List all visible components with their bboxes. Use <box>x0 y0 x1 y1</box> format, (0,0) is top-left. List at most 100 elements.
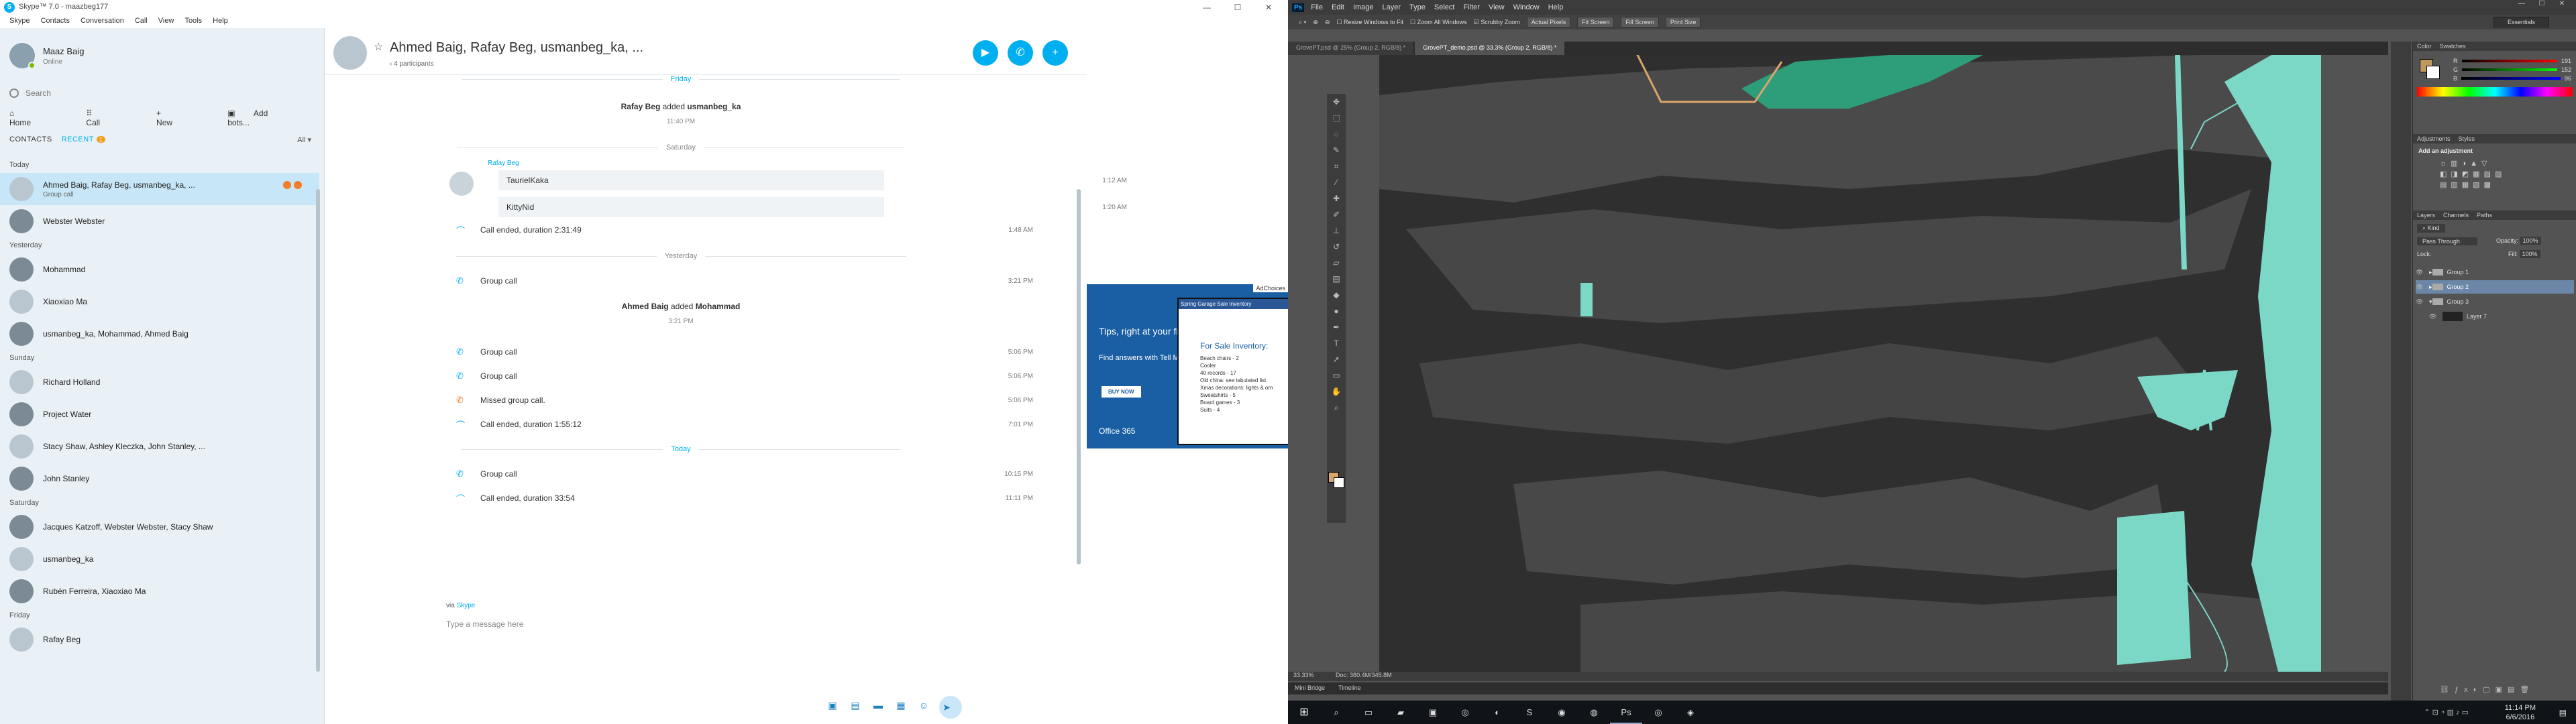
red-value[interactable]: 191 <box>2561 58 2571 64</box>
fill-screen-button[interactable]: Fill Screen <box>1621 17 1659 27</box>
healing-tool-icon[interactable]: ✚ <box>1327 190 1346 206</box>
app-icon[interactable]: ◎ <box>1642 701 1674 724</box>
ps-menu-select[interactable]: Select <box>1434 3 1455 11</box>
search-icon[interactable]: ⌕ <box>1320 701 1352 724</box>
sender-avatar[interactable] <box>449 172 474 196</box>
tab-adjustments[interactable]: Adjustments <box>2417 135 2451 142</box>
blue-slider[interactable] <box>2461 76 2561 80</box>
resize-windows-checkbox[interactable]: ☐ Resize Windows to Fit <box>1336 19 1403 26</box>
ps-menu-view[interactable]: View <box>1489 3 1505 11</box>
zoom-all-checkbox[interactable]: ☐ Zoom All Windows <box>1410 19 1467 26</box>
tab-contacts[interactable]: CONTACTS <box>9 135 52 143</box>
maximize-button[interactable]: ☐ <box>2532 0 2552 7</box>
layer-row[interactable]: 👁 ▾ Group 3 <box>2416 295 2574 308</box>
tab-color[interactable]: Color <box>2417 43 2432 50</box>
background-color-swatch[interactable] <box>1334 477 1344 488</box>
blend-mode-dropdown[interactable]: Pass Through <box>2417 237 2477 245</box>
scrubby-zoom-checkbox[interactable]: ☑ Scrubby Zoom <box>1474 19 1520 26</box>
list-item[interactable]: Richard Holland <box>0 366 319 398</box>
ps-menu-file[interactable]: File <box>1311 3 1323 11</box>
ps-menu-image[interactable]: Image <box>1353 3 1374 11</box>
eye-icon[interactable]: 👁 <box>2416 284 2425 291</box>
tab-recent[interactable]: RECENT 1 <box>62 135 105 143</box>
store-icon[interactable]: ▣ <box>1417 701 1449 724</box>
video-call-button[interactable]: ▶ <box>973 40 998 66</box>
ps-menu-filter[interactable]: Filter <box>1463 3 1479 11</box>
minimize-button[interactable]: — <box>2512 0 2532 7</box>
menu-view[interactable]: View <box>153 15 180 28</box>
stamp-tool-icon[interactable]: ⊥ <box>1327 223 1346 239</box>
list-item[interactable]: Mohammad <box>0 253 319 286</box>
shape-tool-icon[interactable]: ▭ <box>1327 367 1346 383</box>
zoom-out-icon[interactable]: ⊖ <box>1325 19 1330 26</box>
print-size-button[interactable]: Print Size <box>1665 17 1701 27</box>
list-item[interactable]: Jacques Katzoff, Webster Webster, Stacy … <box>0 511 319 543</box>
tab-layers[interactable]: Layers <box>2417 212 2435 219</box>
tab-timeline[interactable]: Timeline <box>1332 682 1368 695</box>
zoom-tool-icon[interactable]: ⌕ <box>1327 400 1346 416</box>
new-button[interactable]: + New <box>156 109 211 127</box>
gradient-tool-icon[interactable]: ▤ <box>1327 271 1346 287</box>
file-explorer-icon[interactable]: ▰ <box>1385 701 1417 724</box>
doc-tab[interactable]: GrovePT.psd @ 25% (Group 2, RGB/8) * <box>1288 42 1414 55</box>
call-button[interactable]: ⠿ Call <box>86 109 140 127</box>
app-icon[interactable]: ◈ <box>1674 701 1707 724</box>
profile[interactable]: Maaz Baig Online <box>9 43 84 69</box>
eye-icon[interactable]: 👁 <box>2429 313 2438 320</box>
eyedropper-tool-icon[interactable]: ⁄ <box>1327 174 1346 190</box>
list-item[interactable]: Project Water <box>0 398 319 430</box>
home-button[interactable]: ⌂ Home <box>9 109 70 127</box>
menu-tools[interactable]: Tools <box>179 15 207 28</box>
history-brush-icon[interactable]: ↺ <box>1327 239 1346 255</box>
list-item[interactable]: Stacy Shaw, Ashley Kleczka, John Stanley… <box>0 430 319 463</box>
message-bubble[interactable]: KittyNid <box>498 197 884 217</box>
participants-count[interactable]: › 4 participants <box>390 60 434 68</box>
zoom-level[interactable]: 33.33% <box>1293 672 1314 678</box>
scrollbar[interactable] <box>316 189 320 672</box>
crop-tool-icon[interactable]: ⌗ <box>1327 158 1346 174</box>
send-button[interactable]: ➤ <box>939 696 962 719</box>
eye-icon[interactable]: 👁 <box>2416 269 2425 276</box>
actual-pixels-button[interactable]: Actual Pixels <box>1526 17 1571 27</box>
file-icon[interactable]: ▤ <box>848 700 863 715</box>
zoom-in-icon[interactable]: ⊕ <box>1313 19 1318 26</box>
sender-name[interactable]: Rafay Beg <box>488 160 519 167</box>
add-people-button[interactable]: + <box>1042 40 1068 66</box>
message-input[interactable]: Type a message here <box>446 619 1036 629</box>
ps-menu-window[interactable]: Window <box>1513 3 1540 11</box>
adjustment-icons[interactable]: ☼▥◑▲▽ ◧◨◩▦▧▨ ▤▥▦▧▩ <box>2440 158 2561 190</box>
menu-skype[interactable]: Skype <box>4 15 36 28</box>
list-item[interactable]: Webster Webster <box>0 205 319 237</box>
list-item[interactable]: usmanbeg_ka <box>0 543 319 575</box>
ps-menu-edit[interactable]: Edit <box>1332 3 1344 11</box>
menu-help[interactable]: Help <box>207 15 233 28</box>
via-link[interactable]: Skype <box>457 602 476 609</box>
red-slider[interactable] <box>2461 59 2557 62</box>
layer-actions[interactable]: ⛓ƒx◐▢▣▤🗑 <box>2440 685 2534 694</box>
maximize-button[interactable]: ☐ <box>1222 0 1253 15</box>
tab-mini-bridge[interactable]: Mini Bridge <box>1288 682 1332 695</box>
opacity-field[interactable]: Opacity: 100% <box>2496 237 2541 245</box>
contact-icon[interactable]: ▦ <box>894 700 908 715</box>
ps-menu-help[interactable]: Help <box>1548 3 1564 11</box>
pen-tool-icon[interactable]: ✒ <box>1327 319 1346 335</box>
tab-paths[interactable]: Paths <box>2477 212 2492 219</box>
scrollbar[interactable] <box>1077 189 1081 564</box>
close-button[interactable]: ✕ <box>1253 0 1284 15</box>
app-icon[interactable]: ◐ <box>1481 701 1513 724</box>
brush-tool-icon[interactable]: ✐ <box>1327 206 1346 223</box>
layer-row[interactable]: 👁 ▸ Group 1 <box>2416 265 2574 279</box>
tab-channels[interactable]: Channels <box>2443 212 2469 219</box>
zoom-tool-icon[interactable]: ⌕ ▾ <box>1299 19 1306 26</box>
eye-icon[interactable]: 👁 <box>2416 298 2425 306</box>
layer-row[interactable]: 👁 Layer 7 <box>2416 310 2574 323</box>
menu-conversation[interactable]: Conversation <box>75 15 129 28</box>
list-item[interactable]: John Stanley <box>0 463 319 495</box>
app-icon[interactable]: ◎ <box>1449 701 1481 724</box>
video-message-icon[interactable]: ▬ <box>871 700 885 715</box>
fill-field[interactable]: Fill: 100% <box>2508 250 2540 258</box>
fit-screen-button[interactable]: Fit Screen <box>1577 17 1615 27</box>
tab-styles[interactable]: Styles <box>2459 135 2475 142</box>
tab-swatches[interactable]: Swatches <box>2440 43 2466 50</box>
dodge-tool-icon[interactable]: ● <box>1327 303 1346 319</box>
